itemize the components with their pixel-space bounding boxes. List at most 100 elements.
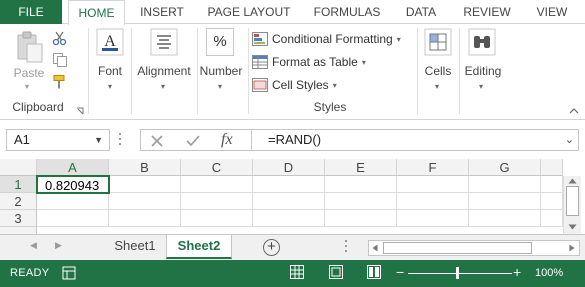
conditional-formatting-button[interactable]: Conditional Formatting ▾ bbox=[252, 29, 401, 49]
sheet-tab-sheet1[interactable]: Sheet1 bbox=[105, 235, 165, 259]
cell[interactable] bbox=[109, 176, 181, 193]
cell[interactable] bbox=[109, 210, 181, 227]
macro-recording-icon[interactable] bbox=[62, 266, 76, 280]
status-ready-text: READY bbox=[10, 267, 50, 279]
zoom-in-icon[interactable]: + bbox=[513, 264, 521, 280]
vertical-scrollbar[interactable] bbox=[563, 176, 581, 234]
cell[interactable] bbox=[37, 193, 109, 210]
paste-dropdown-icon[interactable]: ▾ bbox=[25, 82, 29, 91]
enter-check-icon[interactable] bbox=[185, 134, 201, 148]
tab-formulas[interactable]: FORMULAS bbox=[305, 0, 389, 24]
chevron-down-icon[interactable]: ▼ bbox=[94, 130, 103, 150]
cells-dropdown-icon[interactable]: ▾ bbox=[435, 82, 439, 91]
page-break-view-button[interactable] bbox=[367, 265, 381, 279]
tab-home[interactable]: HOME bbox=[68, 0, 125, 25]
column-header-e[interactable]: E bbox=[325, 159, 397, 176]
number-dropdown-icon[interactable]: ▾ bbox=[218, 82, 222, 91]
cell[interactable] bbox=[325, 210, 397, 227]
cell[interactable] bbox=[181, 193, 253, 210]
select-all-corner[interactable] bbox=[0, 159, 37, 176]
alignment-dropdown-icon[interactable]: ▾ bbox=[161, 82, 165, 91]
scroll-sheets-right-icon[interactable]: ▶ bbox=[55, 240, 62, 251]
clipboard-launcher-icon[interactable] bbox=[76, 104, 84, 118]
column-header-g[interactable]: G bbox=[469, 159, 541, 176]
cell[interactable] bbox=[397, 193, 469, 210]
tab-page-layout[interactable]: PAGE LAYOUT bbox=[199, 0, 299, 24]
row-header-4[interactable] bbox=[0, 227, 37, 234]
cell[interactable] bbox=[541, 193, 563, 210]
column-header-b[interactable]: B bbox=[109, 159, 181, 176]
name-box[interactable]: A1 ▼ bbox=[6, 129, 110, 151]
cell[interactable] bbox=[397, 176, 469, 193]
cell-styles-button[interactable]: Cell Styles ▾ bbox=[252, 75, 337, 95]
cell[interactable] bbox=[181, 210, 253, 227]
copy-icon[interactable] bbox=[52, 52, 68, 71]
cell[interactable] bbox=[541, 210, 563, 227]
column-header-c[interactable]: C bbox=[181, 159, 253, 176]
number-format-button[interactable]: % bbox=[206, 28, 234, 56]
alignment-button[interactable] bbox=[150, 28, 178, 59]
insert-function-icon[interactable]: fx bbox=[221, 130, 233, 150]
paste-button[interactable] bbox=[16, 30, 44, 67]
scroll-down-icon[interactable] bbox=[568, 224, 577, 230]
zoom-level[interactable]: 100% bbox=[535, 267, 563, 279]
column-header-f[interactable]: F bbox=[397, 159, 469, 176]
cell[interactable] bbox=[541, 176, 563, 193]
scroll-left-icon[interactable] bbox=[372, 244, 378, 252]
vertical-scroll-thumb[interactable] bbox=[566, 186, 579, 216]
tab-review[interactable]: REVIEW bbox=[453, 0, 521, 24]
row-header-3[interactable]: 3 bbox=[0, 210, 37, 227]
font-dropdown-icon[interactable]: ▾ bbox=[108, 82, 112, 91]
page-layout-view-icon bbox=[329, 265, 343, 279]
tab-data[interactable]: DATA bbox=[395, 0, 447, 24]
format-as-table-button[interactable]: Format as Table ▾ bbox=[252, 52, 366, 72]
editing-button[interactable] bbox=[468, 28, 496, 59]
page-layout-view-button[interactable] bbox=[329, 265, 343, 279]
scroll-up-icon[interactable] bbox=[568, 178, 577, 184]
cell[interactable] bbox=[253, 193, 325, 210]
cell[interactable] bbox=[109, 193, 181, 210]
formula-input[interactable]: =RAND() ⌄ bbox=[251, 129, 579, 151]
tab-view[interactable]: VIEW bbox=[527, 0, 577, 24]
cell[interactable] bbox=[325, 176, 397, 193]
collapse-ribbon-icon[interactable] bbox=[569, 104, 579, 118]
cell[interactable] bbox=[253, 176, 325, 193]
zoom-slider-track[interactable] bbox=[408, 273, 512, 274]
new-sheet-plus-icon[interactable]: + bbox=[263, 239, 280, 256]
cell[interactable] bbox=[469, 176, 541, 193]
cell[interactable] bbox=[181, 176, 253, 193]
sheet-tab-sheet2[interactable]: Sheet2 bbox=[166, 235, 232, 259]
format-painter-icon[interactable] bbox=[52, 74, 68, 93]
cells-button[interactable] bbox=[424, 28, 452, 59]
scroll-right-icon[interactable] bbox=[569, 244, 575, 252]
scroll-sheets-left-icon[interactable]: ◀ bbox=[30, 240, 37, 251]
column-header-d[interactable]: D bbox=[253, 159, 325, 176]
zoom-slider-thumb[interactable] bbox=[456, 267, 459, 279]
column-header-a[interactable]: A bbox=[37, 159, 109, 176]
cell[interactable] bbox=[469, 210, 541, 227]
cell[interactable] bbox=[469, 193, 541, 210]
horizontal-scroll-thumb[interactable] bbox=[383, 242, 532, 254]
cancel-icon[interactable] bbox=[150, 134, 164, 148]
cell-a1[interactable]: 0.820943 bbox=[36, 175, 110, 194]
formula-bar-grip-icon[interactable] bbox=[119, 133, 123, 147]
cells-icon bbox=[424, 28, 452, 56]
normal-view-button[interactable] bbox=[290, 265, 304, 279]
horizontal-scrollbar[interactable] bbox=[368, 240, 580, 256]
zoom-out-icon[interactable]: − bbox=[396, 264, 404, 280]
row-header-2[interactable]: 2 bbox=[0, 193, 37, 210]
cell[interactable] bbox=[37, 210, 109, 227]
row-header-1[interactable]: 1 bbox=[0, 176, 37, 193]
tab-insert[interactable]: INSERT bbox=[131, 0, 193, 24]
column-header-partial[interactable] bbox=[541, 159, 563, 176]
font-button[interactable]: A bbox=[96, 28, 124, 59]
cell[interactable] bbox=[397, 210, 469, 227]
cut-icon[interactable] bbox=[52, 30, 68, 49]
separator bbox=[131, 28, 132, 114]
tab-file[interactable]: FILE bbox=[0, 0, 62, 24]
cell[interactable] bbox=[325, 193, 397, 210]
cell[interactable] bbox=[253, 210, 325, 227]
tab-split-grip-icon[interactable] bbox=[345, 240, 349, 252]
expand-formula-bar-icon[interactable]: ⌄ bbox=[565, 130, 574, 150]
editing-dropdown-icon[interactable]: ▾ bbox=[479, 82, 483, 91]
